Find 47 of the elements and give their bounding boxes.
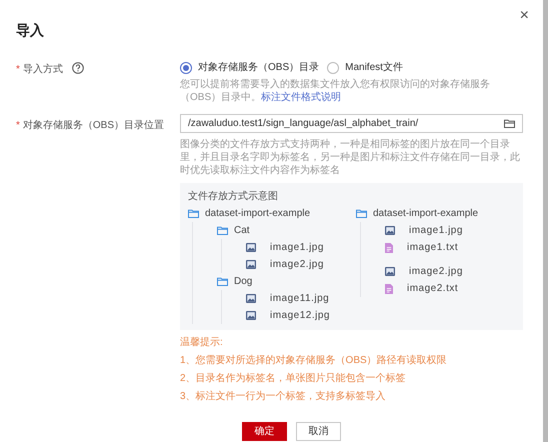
image-file-icon	[246, 243, 256, 252]
file-name: image2.jpg	[270, 258, 324, 272]
image-file-icon	[385, 226, 395, 235]
radio-button[interactable]	[327, 62, 340, 74]
radio-label: 对象存储服务（OBS）目录	[198, 60, 320, 75]
folder-name: Cat	[234, 224, 250, 238]
folder-name: dataset-import-example	[373, 207, 478, 221]
tip-text: 3、标注文件一行为一个标签，支持多标签导入	[180, 390, 387, 404]
radio-label: Manifest文件	[345, 60, 403, 75]
dialog-title: 导入	[16, 21, 45, 40]
folder-icon	[217, 226, 228, 235]
folder-name: Dog	[234, 275, 252, 289]
file-name: image2.txt	[407, 282, 458, 296]
tip-text: 1、您需要对所选择的对象存储服务（OBS）路径有读取权限	[180, 354, 448, 368]
example-title: 文件存放方式示意图	[188, 190, 279, 204]
cancel-button[interactable]: 取消	[296, 422, 341, 441]
image-file-icon	[246, 294, 256, 303]
folder-icon	[188, 209, 199, 218]
field-label: 对象存储服务（OBS）目录位置	[22, 118, 164, 133]
folder-icon[interactable]	[504, 119, 515, 128]
help-icon[interactable]	[72, 62, 84, 74]
radio-button[interactable]	[180, 62, 192, 74]
file-name: image2.jpg	[409, 265, 463, 279]
image-file-icon	[246, 260, 256, 269]
file-name: image1.txt	[407, 241, 458, 255]
path-input[interactable]: /zawaluduo.test1/sign_language/asl_alphabet_train/	[180, 114, 523, 133]
folder-icon	[356, 209, 367, 218]
file-name: image11.jpg	[270, 292, 330, 306]
image-file-icon	[385, 267, 395, 276]
tip-text: 2、目录名作为标签名，单张图片只能包含一个标签	[180, 372, 407, 386]
text-file-icon	[385, 284, 393, 294]
image-file-icon	[246, 311, 256, 320]
format-link[interactable]: 标注文件格式说明	[261, 92, 342, 103]
description-text: 图像分类的文件存放方式支持两种，一种是相同标签的图片放在同一个目录里，并且目录名字即为标签名，另一种是图片和标注文件存储在同一目录，此时优先读取标注文件内容作为标签名	[180, 138, 521, 177]
required-mark: *	[16, 63, 20, 77]
folder-name: dataset-import-example	[205, 207, 310, 221]
folder-icon	[217, 277, 228, 286]
file-name: image1.jpg	[270, 241, 324, 255]
tips-title: 温馨提示:	[180, 336, 224, 350]
field-label: 导入方式	[22, 62, 63, 77]
close-button[interactable]: ×	[520, 8, 529, 24]
file-name: image1.jpg	[409, 224, 463, 238]
required-mark: *	[16, 119, 20, 133]
text-file-icon	[385, 242, 393, 252]
hint-text: 您可以提前将需要导入的数据集文件放入您有权限访问的对象存储服务（OBS）目录中。标注文件格式说明	[180, 78, 491, 104]
file-name: image12.jpg	[270, 309, 330, 323]
confirm-button[interactable]: 确定	[242, 422, 287, 441]
